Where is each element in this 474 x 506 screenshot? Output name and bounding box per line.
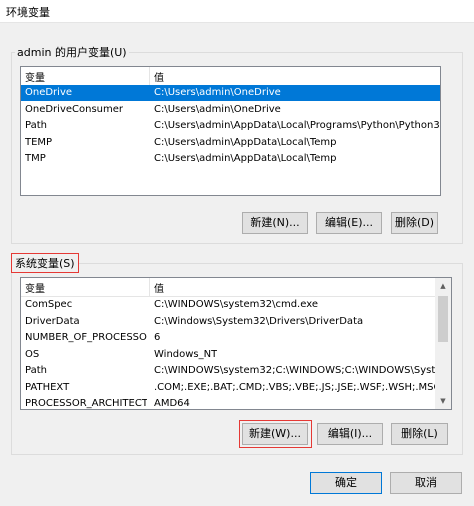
variable-value-cell: C:\Users\admin\OneDrive bbox=[154, 103, 281, 115]
column-separator[interactable] bbox=[149, 278, 150, 296]
table-row[interactable]: DriverData C:\Windows\System32\Drivers\Dr… bbox=[21, 314, 451, 330]
variable-value-cell: C:\Windows\System32\Drivers\DriverData bbox=[154, 315, 364, 327]
variable-name-cell: DriverData bbox=[25, 315, 80, 327]
variable-name-cell: PROCESSOR_ARCHITECT... bbox=[25, 398, 147, 409]
user-delete-button[interactable]: 删除(D) bbox=[391, 212, 438, 234]
variable-value-cell: .COM;.EXE;.BAT;.CMD;.VBS;.VBE;.JS;.JSE;.… bbox=[154, 381, 441, 393]
variable-value-cell: Windows_NT bbox=[154, 348, 218, 360]
table-row[interactable]: PATHEXT .COM;.EXE;.BAT;.CMD;.VBS;.VBE;.JS… bbox=[21, 380, 451, 396]
scrollbar-thumb[interactable] bbox=[438, 296, 448, 342]
window-title: 环境变量 bbox=[6, 6, 50, 19]
user-variables-label: admin 的用户变量(U) bbox=[15, 44, 129, 60]
system-variables-label: 系统变量(S) bbox=[11, 253, 79, 273]
table-row[interactable]: TEMP C:\Users\admin\AppData\Local\Temp bbox=[21, 135, 440, 151]
user-new-button[interactable]: 新建(N)... bbox=[242, 212, 308, 234]
table-row[interactable]: OneDriveConsumer C:\Users\admin\OneDrive bbox=[21, 102, 440, 118]
variable-name-cell: Path bbox=[25, 120, 47, 131]
table-row[interactable]: OS Windows_NT bbox=[21, 347, 451, 363]
table-row[interactable]: Path C:\Users\admin\AppData\Local\Program… bbox=[21, 118, 440, 134]
table-row[interactable]: TMP C:\Users\admin\AppData\Local\Temp bbox=[21, 151, 440, 167]
scroll-up-arrow-icon[interactable]: ▲ bbox=[435, 278, 451, 294]
variable-name-cell: OneDrive bbox=[25, 87, 73, 98]
system-variables-list[interactable]: 变量 值 ComSpec C:\WINDOWS\system32\cmd.exe D… bbox=[20, 277, 452, 410]
variable-name-cell: ComSpec bbox=[25, 299, 73, 310]
scroll-down-arrow-icon[interactable]: ▼ bbox=[435, 393, 451, 409]
system-variables-scrollbar[interactable]: ▲ ▼ bbox=[435, 278, 451, 409]
column-header-variable[interactable]: 变量 bbox=[25, 280, 45, 295]
column-header-value[interactable]: 值 bbox=[154, 69, 164, 84]
variable-name-cell: Path bbox=[25, 365, 47, 376]
system-variables-header: 变量 值 bbox=[21, 278, 451, 297]
variable-value-cell: C:\Users\admin\OneDrive bbox=[154, 87, 281, 98]
user-variables-list[interactable]: 变量 值 OneDrive C:\Users\admin\OneDrive OneD… bbox=[20, 66, 441, 196]
variable-value-cell: C:\WINDOWS\system32\cmd.exe bbox=[154, 299, 318, 310]
variable-value-cell: C:\Users\admin\AppData\Local\Programs\Py… bbox=[154, 120, 441, 131]
variable-value-cell: AMD64 bbox=[154, 398, 190, 409]
variable-name-cell: OS bbox=[25, 348, 40, 360]
system-new-button[interactable]: 新建(W)... bbox=[242, 423, 308, 445]
table-row[interactable]: NUMBER_OF_PROCESSORS 6 bbox=[21, 330, 451, 346]
variable-value-cell: 6 bbox=[154, 332, 161, 343]
table-row[interactable]: Path C:\WINDOWS\system32;C:\WINDOWS;C:\WI… bbox=[21, 363, 451, 379]
variable-name-cell: TEMP bbox=[25, 136, 53, 148]
table-row[interactable]: ComSpec C:\WINDOWS\system32\cmd.exe bbox=[21, 297, 451, 313]
ok-button[interactable]: 确定 bbox=[310, 472, 382, 494]
cancel-button[interactable]: 取消 bbox=[390, 472, 462, 494]
variable-value-cell: C:\WINDOWS\system32;C:\WINDOWS;C:\WINDOW… bbox=[154, 365, 452, 376]
column-header-value[interactable]: 值 bbox=[154, 280, 164, 295]
variable-name-cell: TMP bbox=[25, 153, 46, 164]
user-variables-header: 变量 值 bbox=[21, 67, 440, 86]
variable-name-cell: OneDriveConsumer bbox=[25, 103, 124, 115]
variable-value-cell: C:\Users\admin\AppData\Local\Temp bbox=[154, 153, 337, 164]
column-header-variable[interactable]: 变量 bbox=[25, 69, 45, 84]
column-separator[interactable] bbox=[149, 67, 150, 85]
title-bar: 环境变量 bbox=[0, 0, 474, 23]
variable-value-cell: C:\Users\admin\AppData\Local\Temp bbox=[154, 136, 337, 148]
system-edit-button[interactable]: 编辑(I)... bbox=[317, 423, 383, 445]
variable-name-cell: PATHEXT bbox=[25, 381, 70, 393]
table-row[interactable]: PROCESSOR_ARCHITECT... AMD64 bbox=[21, 396, 451, 409]
user-edit-button[interactable]: 编辑(E)... bbox=[316, 212, 382, 234]
system-delete-button[interactable]: 删除(L) bbox=[391, 423, 448, 445]
variable-name-cell: NUMBER_OF_PROCESSORS bbox=[25, 332, 147, 343]
table-row[interactable]: OneDrive C:\Users\admin\OneDrive bbox=[21, 85, 440, 101]
